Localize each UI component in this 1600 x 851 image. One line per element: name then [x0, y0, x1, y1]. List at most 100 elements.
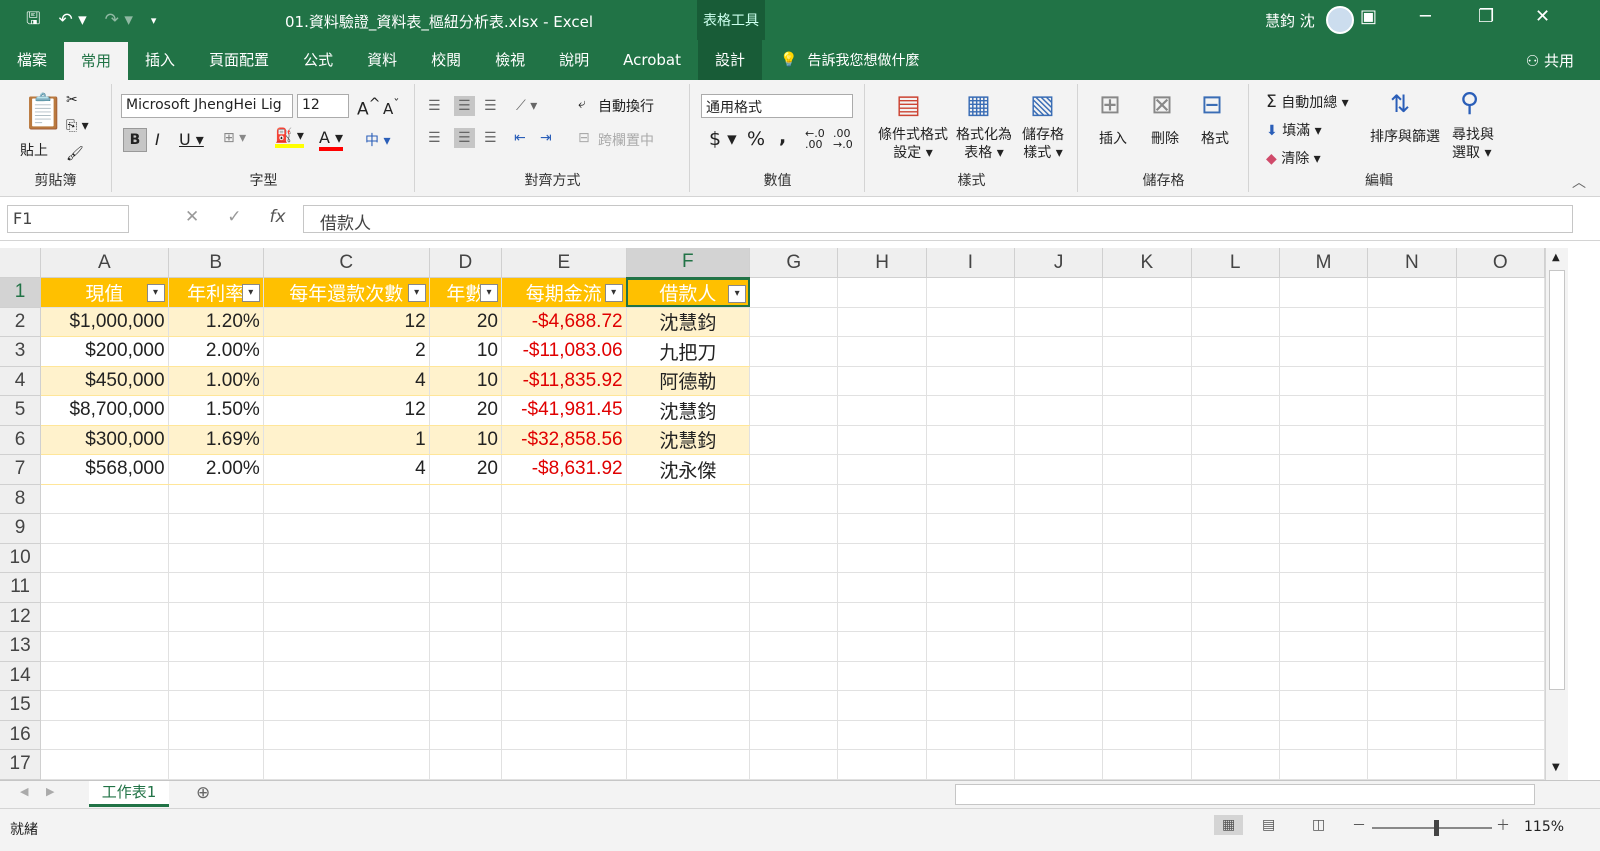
table-cell[interactable]: 1.00% [168, 366, 264, 396]
empty-cell[interactable] [837, 454, 927, 485]
middle-align-icon[interactable]: ☰ [454, 96, 475, 116]
filter-dropdown-icon[interactable]: ▾ [146, 284, 165, 302]
minimize-icon[interactable]: ─ [1420, 6, 1431, 27]
empty-cell[interactable] [1102, 572, 1192, 603]
name-box[interactable]: F1 [7, 205, 129, 233]
empty-cell[interactable] [837, 543, 927, 573]
empty-cell[interactable] [1279, 602, 1369, 632]
empty-cell[interactable] [263, 602, 430, 632]
empty-cell[interactable] [837, 572, 927, 603]
empty-cell[interactable] [1102, 395, 1192, 426]
empty-cell[interactable] [837, 366, 927, 396]
empty-cell[interactable] [1014, 277, 1104, 308]
empty-cell[interactable] [1367, 513, 1457, 544]
empty-cell[interactable] [1102, 277, 1192, 308]
collapse-ribbon-icon[interactable]: ︿ [1572, 172, 1586, 192]
empty-cell[interactable] [501, 631, 627, 662]
empty-cell[interactable] [837, 631, 927, 662]
empty-cell[interactable] [837, 425, 927, 455]
decrease-indent-icon[interactable]: ⇤ [514, 130, 526, 146]
format-cells-button[interactable]: 格式 [1201, 128, 1229, 148]
empty-cell[interactable] [263, 631, 430, 662]
empty-cell[interactable] [40, 720, 169, 750]
scroll-up-icon[interactable]: ▲ [1552, 252, 1560, 263]
empty-cell[interactable] [1279, 425, 1369, 455]
empty-cell[interactable] [40, 749, 169, 780]
empty-cell[interactable] [1014, 631, 1104, 662]
table-header-cell[interactable]: 現值 ▾ [40, 277, 169, 308]
empty-cell[interactable] [837, 513, 927, 544]
clear-button[interactable]: ◆ 清除 ▾ [1266, 148, 1321, 168]
find-select-icon[interactable]: ⚲ [1460, 88, 1479, 118]
empty-cell[interactable] [749, 277, 839, 308]
empty-cell[interactable] [501, 543, 627, 573]
empty-cell[interactable] [1014, 366, 1104, 396]
empty-cell[interactable] [1367, 661, 1457, 691]
empty-cell[interactable] [168, 661, 264, 691]
empty-cell[interactable] [1279, 543, 1369, 573]
zoom-level[interactable]: 115% [1524, 819, 1564, 835]
prev-sheet-icon[interactable]: ◀ [20, 785, 28, 798]
empty-cell[interactable] [1456, 454, 1545, 485]
tab-view[interactable]: 檢視 [478, 40, 542, 80]
table-cell[interactable]: 沈永傑 [626, 454, 751, 485]
empty-cell[interactable] [1456, 631, 1545, 662]
table-cell[interactable]: 4 [263, 366, 430, 396]
row-header[interactable]: 14 [0, 661, 42, 691]
table-cell[interactable]: $200,000 [40, 336, 169, 367]
table-cell[interactable]: 20 [429, 395, 503, 426]
empty-cell[interactable] [1191, 513, 1280, 544]
empty-cell[interactable] [263, 513, 430, 544]
table-cell[interactable]: -$11,835.92 [501, 366, 627, 396]
column-header[interactable]: B [168, 248, 264, 278]
empty-cell[interactable] [1367, 543, 1457, 573]
empty-cell[interactable] [749, 366, 839, 396]
empty-cell[interactable] [837, 336, 927, 367]
merge-center-label[interactable]: 跨欄置中 [598, 130, 654, 150]
row-header[interactable]: 15 [0, 690, 42, 721]
font-name-select[interactable]: Microsoft JhengHei Lig [121, 94, 293, 118]
empty-cell[interactable] [1367, 572, 1457, 603]
row-header[interactable]: 9 [0, 513, 42, 544]
empty-cell[interactable] [837, 602, 927, 632]
empty-cell[interactable] [168, 690, 264, 721]
row-header[interactable]: 5 [0, 395, 42, 426]
empty-cell[interactable] [1102, 602, 1192, 632]
sort-filter-button[interactable]: 排序與篩選 [1370, 126, 1440, 146]
empty-cell[interactable] [1367, 395, 1457, 426]
table-header-cell[interactable]: 每期金流 ▾ [501, 277, 627, 308]
empty-cell[interactable] [1191, 454, 1280, 485]
empty-cell[interactable] [1279, 513, 1369, 544]
empty-cell[interactable] [1456, 602, 1545, 632]
table-cell[interactable]: 沈慧鈞 [626, 307, 751, 337]
table-cell[interactable]: 1 [263, 425, 430, 455]
empty-cell[interactable] [1191, 277, 1280, 308]
underline-button[interactable]: U ▾ [179, 130, 204, 149]
empty-cell[interactable] [1279, 336, 1369, 367]
top-align-icon[interactable]: ☰ [428, 98, 441, 114]
table-cell[interactable]: 10 [429, 425, 503, 455]
empty-cell[interactable] [1367, 602, 1457, 632]
sheet-tab[interactable]: 工作表1 [89, 781, 169, 807]
empty-cell[interactable] [1191, 749, 1280, 780]
empty-cell[interactable] [749, 749, 839, 780]
filter-dropdown-icon[interactable]: ▾ [407, 284, 426, 302]
copy-icon[interactable]: ⎘ ▾ [66, 118, 89, 134]
empty-cell[interactable] [1014, 602, 1104, 632]
tab-formulas[interactable]: 公式 [286, 40, 350, 80]
empty-cell[interactable] [626, 513, 751, 544]
empty-cell[interactable] [1014, 513, 1104, 544]
empty-cell[interactable] [926, 602, 1015, 632]
empty-cell[interactable] [1456, 307, 1545, 337]
empty-cell[interactable] [1191, 484, 1280, 514]
page-layout-icon[interactable]: ▤ [1262, 817, 1275, 833]
insert-cells-button[interactable]: 插入 [1099, 128, 1127, 148]
avatar[interactable] [1326, 6, 1354, 34]
column-header[interactable]: F [626, 248, 751, 279]
empty-cell[interactable] [429, 484, 503, 514]
column-header[interactable]: H [837, 248, 927, 278]
empty-cell[interactable] [1102, 690, 1192, 721]
align-center-icon[interactable]: ☰ [454, 128, 475, 148]
empty-cell[interactable] [1014, 749, 1104, 780]
cell-styles-button[interactable]: 儲存格 樣式 ▾ [1022, 126, 1064, 162]
